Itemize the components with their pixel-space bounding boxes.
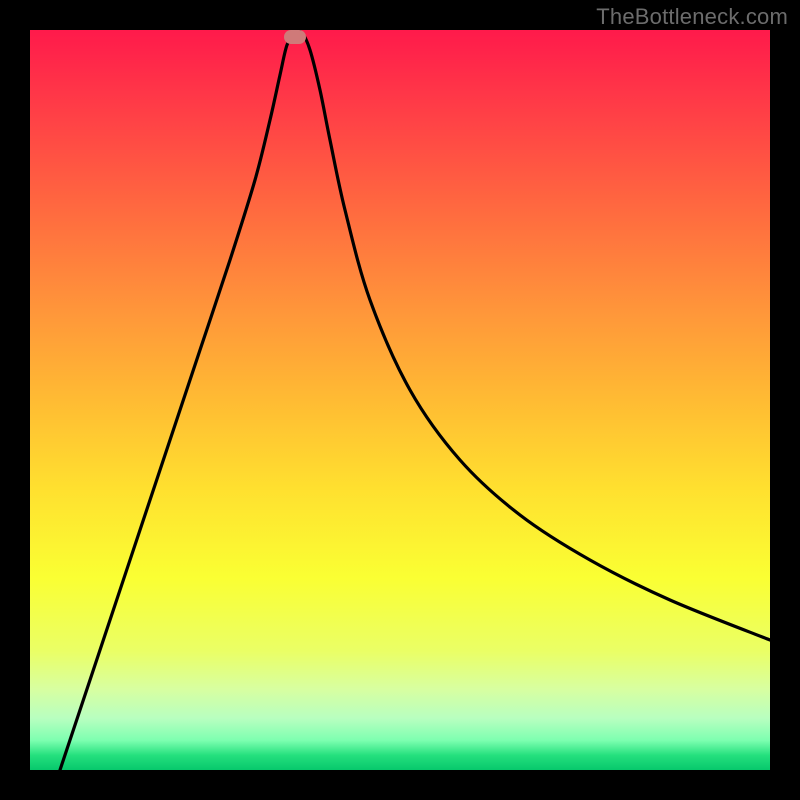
chart-area bbox=[30, 30, 770, 770]
selection-marker bbox=[284, 30, 306, 44]
bottleneck-curve bbox=[60, 31, 770, 770]
watermark-text: TheBottleneck.com bbox=[596, 4, 788, 30]
curve-svg bbox=[30, 30, 770, 770]
